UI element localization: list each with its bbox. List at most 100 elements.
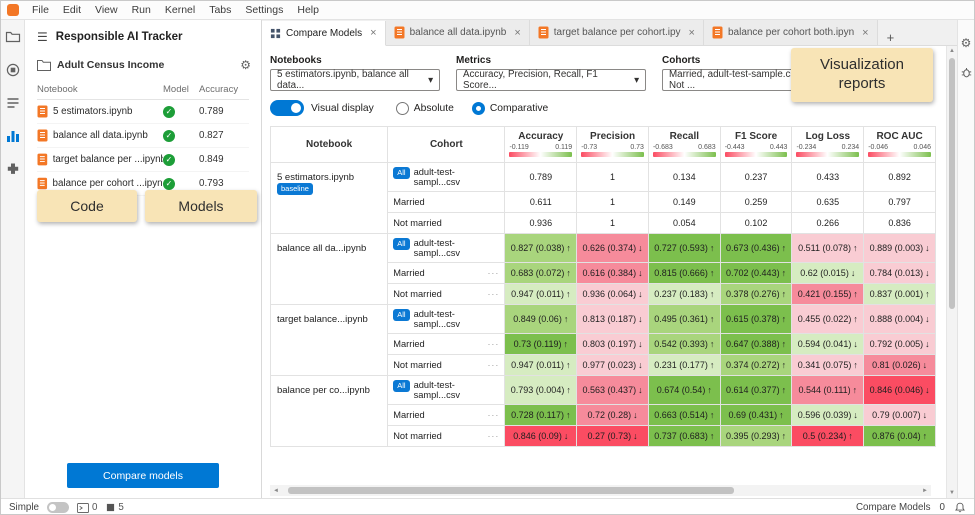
tab-close-icon[interactable]: × [689, 27, 695, 39]
rai-tracker-icon[interactable] [4, 127, 22, 145]
notebook-name: target balance per ...ipynb [53, 154, 163, 165]
debugger-icon[interactable] [960, 66, 973, 79]
notebook-row[interactable]: 5 estimators.ipynb✓0.789 [37, 100, 249, 124]
project-settings-icon[interactable]: ⚙ [240, 58, 251, 72]
table-row: 5 estimators.ipynb baselineAlladult-test… [271, 163, 936, 192]
metrics-dropdown[interactable]: Accuracy, Precision, Recall, F1 Score...… [456, 69, 646, 91]
column-header-cohort: Cohort [388, 127, 505, 163]
table-of-contents-icon[interactable] [4, 94, 22, 112]
arrow-down-icon: ↓ [638, 385, 643, 395]
menu-item-kernel[interactable]: Kernel [158, 4, 202, 16]
more-options-icon[interactable]: ··· [487, 289, 499, 299]
tab-bar: Compare Models×balance all data.ipynb×ta… [262, 20, 957, 46]
status-counter[interactable]: 5 [106, 502, 123, 513]
more-options-icon[interactable]: ··· [487, 268, 499, 278]
metric-value: 0.5 (0.234) [803, 431, 847, 441]
legend-max: 0.443 [770, 144, 788, 151]
menu-item-tabs[interactable]: Tabs [202, 4, 238, 16]
project-row[interactable]: Adult Census Income ⚙ [25, 50, 261, 76]
arrow-up-icon: ↑ [782, 385, 787, 395]
simple-mode-toggle[interactable] [47, 502, 69, 513]
menu-item-view[interactable]: View [88, 4, 125, 16]
arrow-up-icon: ↑ [853, 243, 858, 253]
metric-value: 0.62 (0.015) [800, 268, 849, 278]
property-inspector-icon[interactable]: ⚙ [961, 36, 972, 50]
tab-label: Compare Models [286, 28, 362, 39]
hamburger-icon[interactable]: ☰ [37, 30, 48, 44]
scroll-down-icon[interactable]: ▼ [949, 488, 955, 498]
arrow-down-icon: ↓ [638, 243, 643, 253]
tab-close-icon[interactable]: × [862, 27, 868, 39]
more-options-icon[interactable]: ··· [487, 339, 499, 349]
tab-compare-models[interactable]: Compare Models × [262, 21, 386, 46]
arrow-up-icon: ↑ [566, 243, 571, 253]
notebook-accuracy: 0.793 [199, 178, 249, 189]
column-label: ROC AUC [867, 131, 932, 142]
vertical-scroll-thumb[interactable] [949, 58, 955, 309]
arrow-down-icon: ↓ [923, 410, 928, 420]
more-options-icon[interactable]: ··· [487, 431, 499, 441]
metric-cell-accuracy: 0.849 (0.06)↑ [505, 305, 577, 334]
metric-cell-recall: 0.231 (0.177)↑ [648, 355, 720, 376]
menu-item-settings[interactable]: Settings [238, 4, 290, 16]
horizontal-scroll-thumb[interactable] [288, 487, 734, 494]
running-sessions-icon[interactable] [4, 61, 22, 79]
notebook-row[interactable]: target balance per ...ipynb✓0.849 [37, 148, 249, 172]
scroll-left-icon[interactable]: ◄ [270, 488, 282, 494]
files-icon[interactable] [4, 28, 22, 46]
cohort-content: Not married [393, 218, 499, 228]
scroll-up-icon[interactable]: ▲ [949, 46, 955, 56]
status-counter[interactable]: 0 [77, 502, 97, 513]
bell-icon[interactable] [954, 501, 966, 514]
radio-comparative[interactable]: Comparative [472, 102, 548, 115]
more-options-icon[interactable]: ··· [487, 410, 499, 420]
cohort-cell: Alladult-test-sampl...csv [388, 163, 505, 192]
tab-close-icon[interactable]: × [370, 27, 376, 39]
horizontal-scrollbar[interactable]: ◄ ► [270, 485, 931, 496]
more-options-icon[interactable]: ··· [487, 360, 499, 370]
metric-value: 0.837 (0.001) [870, 289, 924, 299]
notebook-accuracy: 0.827 [199, 130, 249, 141]
notebook-row[interactable]: balance all data.ipynb✓0.827 [37, 124, 249, 148]
arrow-down-icon: ↓ [925, 339, 930, 349]
annotation-code: Code [37, 190, 137, 222]
metric-cell-log-loss: 0.5 (0.234)↑ [792, 426, 864, 447]
metric-cell-precision: 0.27 (0.73)↓ [577, 426, 649, 447]
cohort-content: Not married··· [393, 289, 499, 299]
menu-item-file[interactable]: File [25, 4, 56, 16]
scroll-right-icon[interactable]: ► [919, 488, 931, 494]
metric-cell-f1-score: 0.259 [720, 192, 792, 213]
extensions-icon[interactable] [4, 160, 22, 178]
menu-item-run[interactable]: Run [125, 4, 158, 16]
metric-value: 0.73 (0.119) [514, 339, 562, 349]
vertical-scrollbar[interactable]: ▲ ▼ [946, 46, 957, 498]
cohort-name: Not married [393, 431, 442, 441]
baseline-badge: baseline [277, 183, 313, 195]
arrow-up-icon: ↑ [710, 268, 715, 278]
tab-close-icon[interactable]: × [514, 27, 520, 39]
metric-cell-precision: 1 [577, 163, 649, 192]
notebooks-dropdown[interactable]: 5 estimators.ipynb, balance all data... … [270, 69, 440, 91]
tab-balance-per-cohort-both-ipyn[interactable]: balance per cohort both.ipyn× [704, 20, 878, 45]
new-tab-button[interactable]: + [878, 30, 904, 45]
column-header-notebook: Notebook [271, 127, 388, 163]
column-header-accuracy: Accuracy-0.1190.119 [505, 127, 577, 163]
legend-gradient-bar [581, 152, 644, 157]
compare-models-button[interactable]: Compare models [67, 463, 219, 488]
arrow-down-icon: ↓ [851, 268, 856, 278]
legend-range: -0.4430.443 [725, 144, 788, 151]
metric-value: 0.611 [530, 197, 552, 207]
tab-balance-all-data-ipynb[interactable]: balance all data.ipynb× [386, 20, 530, 45]
notebook-name: target balance...ipynb [277, 314, 368, 325]
metric-value: 0.889 (0.003) [870, 243, 924, 253]
metric-value: 0.237 [745, 172, 768, 182]
radio-absolute[interactable]: Absolute [396, 102, 454, 115]
menu-item-edit[interactable]: Edit [56, 4, 88, 16]
visual-display-toggle[interactable] [270, 100, 304, 116]
jupyterlab-window: FileEditViewRunKernelTabsSettingsHelp ☰ … [0, 0, 975, 515]
panel-title: Responsible AI Tracker [56, 31, 183, 43]
menu-item-help[interactable]: Help [290, 4, 326, 16]
tab-target-balance-per-cohort-ipy[interactable]: target balance per cohort.ipy× [530, 20, 704, 45]
model-success-icon: ✓ [163, 106, 175, 118]
arrow-up-icon: ↑ [923, 431, 928, 441]
